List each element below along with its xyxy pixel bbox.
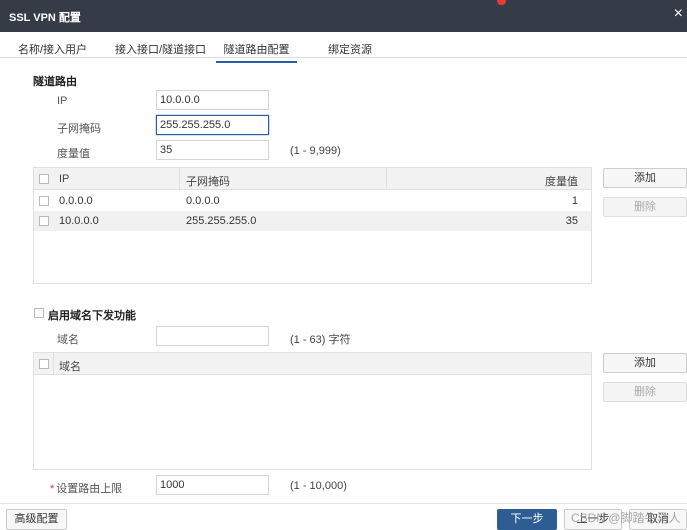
row-ip: 10.0.0.0 bbox=[59, 215, 99, 227]
tab-tunnel-routes[interactable]: 隧道路由配置 bbox=[216, 41, 297, 63]
domain-input[interactable] bbox=[156, 326, 269, 346]
advanced-config-button[interactable]: 高级配置 bbox=[6, 509, 67, 530]
route-limit-label-text: 设置路由上限 bbox=[56, 483, 123, 495]
domain-select-all-checkbox[interactable] bbox=[39, 359, 49, 369]
row-ip: 0.0.0.0 bbox=[59, 195, 93, 207]
mask-label: 子网掩码 bbox=[57, 123, 101, 135]
col-divider bbox=[386, 168, 387, 190]
route-select-all-checkbox[interactable] bbox=[39, 174, 49, 184]
route-limit-label: * 设置路由上限 bbox=[50, 480, 122, 496]
domain-delete-button[interactable]: 删除 bbox=[603, 382, 687, 402]
footer-divider bbox=[0, 503, 687, 504]
route-add-button[interactable]: 添加 bbox=[603, 168, 687, 188]
route-table-header: IP 子网掩码 度量值 bbox=[34, 168, 591, 190]
row-metric: 35 bbox=[565, 215, 578, 227]
ip-input[interactable]: 10.0.0.0 bbox=[156, 90, 269, 110]
row-mask: 0.0.0.0 bbox=[186, 195, 220, 207]
enable-domain-checkbox[interactable] bbox=[34, 308, 44, 318]
route-col-mask: 子网掩码 bbox=[186, 176, 230, 188]
route-col-ip: IP bbox=[59, 173, 70, 185]
domain-add-button[interactable]: 添加 bbox=[603, 353, 687, 373]
route-limit-input[interactable]: 1000 bbox=[156, 475, 269, 495]
domain-col-name: 域名 bbox=[59, 361, 81, 373]
ssl-vpn-dialog: SSL VPN 配置 × 名称/接入用户 接入接口/隧道接口 隧道路由配置 绑定… bbox=[0, 0, 687, 530]
col-divider bbox=[179, 168, 180, 190]
next-button[interactable]: 下一步 bbox=[497, 509, 557, 530]
route-section-title: 隧道路由 bbox=[33, 76, 77, 88]
metric-label: 度量值 bbox=[57, 148, 90, 160]
domain-table-header: 域名 bbox=[34, 353, 591, 375]
tab-bind-resources[interactable]: 绑定资源 bbox=[328, 41, 372, 57]
metric-input[interactable]: 35 bbox=[156, 140, 269, 160]
table-row[interactable]: 10.0.0.0 255.255.255.0 35 bbox=[34, 211, 591, 231]
route-limit-hint: (1 - 10,000) bbox=[290, 480, 347, 492]
watermark-text: CSDN @脚踏牛马人 bbox=[571, 511, 681, 525]
mask-input[interactable]: 255.255.255.0 bbox=[156, 115, 269, 135]
domain-hint: (1 - 63) 字符 bbox=[290, 334, 351, 346]
col-divider bbox=[53, 353, 54, 375]
close-icon[interactable]: × bbox=[674, 6, 683, 22]
route-table: IP 子网掩码 度量值 0.0.0.0 0.0.0.0 1 10.0.0.0 2… bbox=[33, 167, 592, 284]
dialog-titlebar: SSL VPN 配置 × bbox=[0, 0, 687, 32]
domain-label: 域名 bbox=[57, 334, 79, 346]
domain-table: 域名 bbox=[33, 352, 592, 470]
row-mask: 255.255.255.0 bbox=[186, 215, 257, 227]
required-mark: * bbox=[50, 483, 55, 495]
table-row[interactable]: 0.0.0.0 0.0.0.0 1 bbox=[34, 191, 591, 211]
tab-bar: 名称/接入用户 接入接口/隧道接口 隧道路由配置 绑定资源 bbox=[0, 38, 687, 63]
route-col-metric: 度量值 bbox=[545, 176, 578, 188]
tab-name-users[interactable]: 名称/接入用户 bbox=[18, 41, 87, 57]
enable-domain-label: 启用域名下发功能 bbox=[48, 310, 136, 322]
row-checkbox[interactable] bbox=[39, 216, 49, 226]
dialog-title: SSL VPN 配置 bbox=[9, 12, 81, 24]
metric-hint: (1 - 9,999) bbox=[290, 145, 341, 157]
row-checkbox[interactable] bbox=[39, 196, 49, 206]
row-metric: 1 bbox=[571, 195, 578, 207]
tab-interfaces[interactable]: 接入接口/隧道接口 bbox=[115, 41, 206, 57]
route-delete-button[interactable]: 删除 bbox=[603, 197, 687, 217]
notification-badge bbox=[497, 0, 506, 5]
ip-label: IP bbox=[57, 95, 68, 107]
